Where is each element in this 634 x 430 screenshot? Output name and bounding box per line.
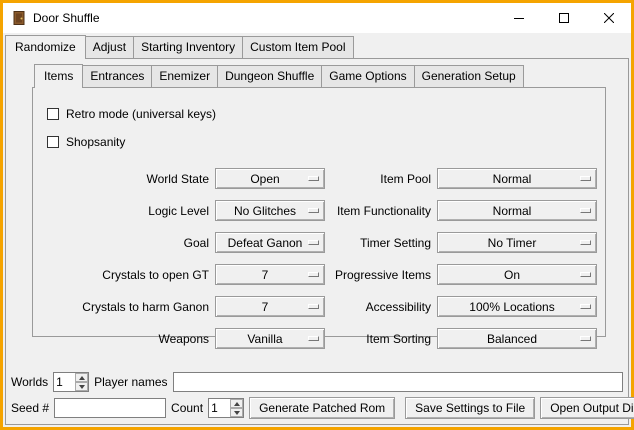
crystals-harm-ganon-label: Crystals to harm Ganon: [41, 300, 209, 314]
dropdown-indicator-icon: [308, 176, 319, 181]
randomize-page: Items Entrances Enemizer Dungeon Shuffle…: [5, 58, 629, 425]
player-names-input[interactable]: [173, 372, 624, 392]
shopsanity-checkbox[interactable]: [47, 136, 59, 148]
progressive-items-label: Progressive Items: [331, 268, 431, 282]
minimize-button[interactable]: [496, 3, 541, 33]
item-sorting-dropdown[interactable]: Balanced: [437, 328, 597, 349]
seed-label: Seed #: [11, 401, 49, 415]
tab-randomize[interactable]: Randomize: [5, 35, 86, 59]
count-spinbox[interactable]: [208, 398, 244, 418]
door-shuffle-window: Door Shuffle Randomize Adjust Starting I…: [0, 0, 634, 430]
timer-setting-label: Timer Setting: [331, 236, 431, 250]
dropdown-indicator-icon: [580, 208, 591, 213]
outer-tab-bar: Randomize Adjust Starting Inventory Cust…: [3, 35, 631, 58]
tab-generation-setup[interactable]: Generation Setup: [414, 65, 524, 87]
shopsanity-label: Shopsanity: [66, 135, 125, 149]
open-output-directory-button[interactable]: Open Output Directory: [540, 397, 634, 419]
seed-row: Seed # Count Generate Patched Rom Save S…: [11, 397, 623, 419]
retro-mode-row: Retro mode (universal keys): [47, 104, 597, 124]
retro-mode-checkbox[interactable]: [47, 108, 59, 120]
worlds-spin-arrows: [75, 373, 88, 391]
tab-dungeon-shuffle[interactable]: Dungeon Shuffle: [217, 65, 322, 87]
client-area: Randomize Adjust Starting Inventory Cust…: [3, 33, 631, 427]
tab-adjust[interactable]: Adjust: [85, 36, 134, 58]
worlds-row: Worlds Player names: [11, 372, 623, 392]
item-functionality-dropdown[interactable]: Normal: [437, 200, 597, 221]
world-state-dropdown[interactable]: Open: [215, 168, 325, 189]
options-form: World State Open Item Pool Normal Logic …: [41, 168, 597, 349]
world-state-label: World State: [41, 172, 209, 186]
dropdown-indicator-icon: [308, 272, 319, 277]
item-pool-dropdown[interactable]: Normal: [437, 168, 597, 189]
progressive-items-dropdown[interactable]: On: [437, 264, 597, 285]
logic-level-dropdown[interactable]: No Glitches: [215, 200, 325, 221]
count-spin-arrows: [230, 399, 243, 417]
shopsanity-row: Shopsanity: [47, 132, 597, 152]
worlds-input[interactable]: [54, 373, 75, 391]
spin-down-icon[interactable]: [75, 382, 88, 391]
accessibility-label: Accessibility: [331, 300, 431, 314]
minimize-icon: [514, 13, 524, 23]
save-settings-button[interactable]: Save Settings to File: [405, 397, 535, 419]
window-title: Door Shuffle: [33, 11, 100, 25]
item-pool-label: Item Pool: [331, 172, 431, 186]
dropdown-indicator-icon: [308, 336, 319, 341]
dropdown-indicator-icon: [580, 240, 591, 245]
item-functionality-label: Item Functionality: [331, 204, 431, 218]
close-button[interactable]: [586, 3, 631, 33]
spin-up-icon[interactable]: [75, 373, 88, 382]
accessibility-dropdown[interactable]: 100% Locations: [437, 296, 597, 317]
dropdown-indicator-icon: [308, 304, 319, 309]
generate-patched-rom-button[interactable]: Generate Patched Rom: [249, 397, 395, 419]
logic-level-label: Logic Level: [41, 204, 209, 218]
spin-up-icon[interactable]: [230, 399, 243, 408]
items-page: Retro mode (universal keys) Shopsanity W…: [32, 87, 606, 337]
worlds-spinbox[interactable]: [53, 372, 89, 392]
dropdown-indicator-icon: [580, 304, 591, 309]
tab-enemizer[interactable]: Enemizer: [151, 65, 218, 87]
player-names-label: Player names: [94, 375, 167, 389]
tab-starting-inventory[interactable]: Starting Inventory: [133, 36, 243, 58]
tab-custom-item-pool[interactable]: Custom Item Pool: [242, 36, 353, 58]
goal-label: Goal: [41, 236, 209, 250]
crystals-harm-ganon-dropdown[interactable]: 7: [215, 296, 325, 317]
titlebar: Door Shuffle: [3, 3, 631, 33]
count-label: Count: [171, 401, 203, 415]
dropdown-indicator-icon: [580, 176, 591, 181]
count-input[interactable]: [209, 399, 230, 417]
tab-game-options[interactable]: Game Options: [321, 65, 414, 87]
window-controls: [496, 3, 631, 33]
crystals-open-gt-label: Crystals to open GT: [41, 268, 209, 282]
seed-input[interactable]: [54, 398, 166, 418]
tab-entrances[interactable]: Entrances: [82, 65, 152, 87]
maximize-icon: [559, 13, 569, 23]
goal-dropdown[interactable]: Defeat Ganon: [215, 232, 325, 253]
timer-setting-dropdown[interactable]: No Timer: [437, 232, 597, 253]
dropdown-indicator-icon: [580, 272, 591, 277]
worlds-label: Worlds: [11, 375, 48, 389]
spin-down-icon[interactable]: [230, 408, 243, 417]
inner-tab-bar: Items Entrances Enemizer Dungeon Shuffle…: [32, 64, 606, 87]
dropdown-indicator-icon: [580, 336, 591, 341]
maximize-button[interactable]: [541, 3, 586, 33]
crystals-open-gt-dropdown[interactable]: 7: [215, 264, 325, 285]
retro-mode-label: Retro mode (universal keys): [66, 107, 216, 121]
dropdown-indicator-icon: [308, 240, 319, 245]
dropdown-indicator-icon: [308, 208, 319, 213]
app-icon: [11, 10, 27, 26]
inner-notebook: Items Entrances Enemizer Dungeon Shuffle…: [32, 64, 606, 337]
weapons-dropdown[interactable]: Vanilla: [215, 328, 325, 349]
close-icon: [604, 13, 614, 23]
tab-items[interactable]: Items: [34, 64, 83, 88]
